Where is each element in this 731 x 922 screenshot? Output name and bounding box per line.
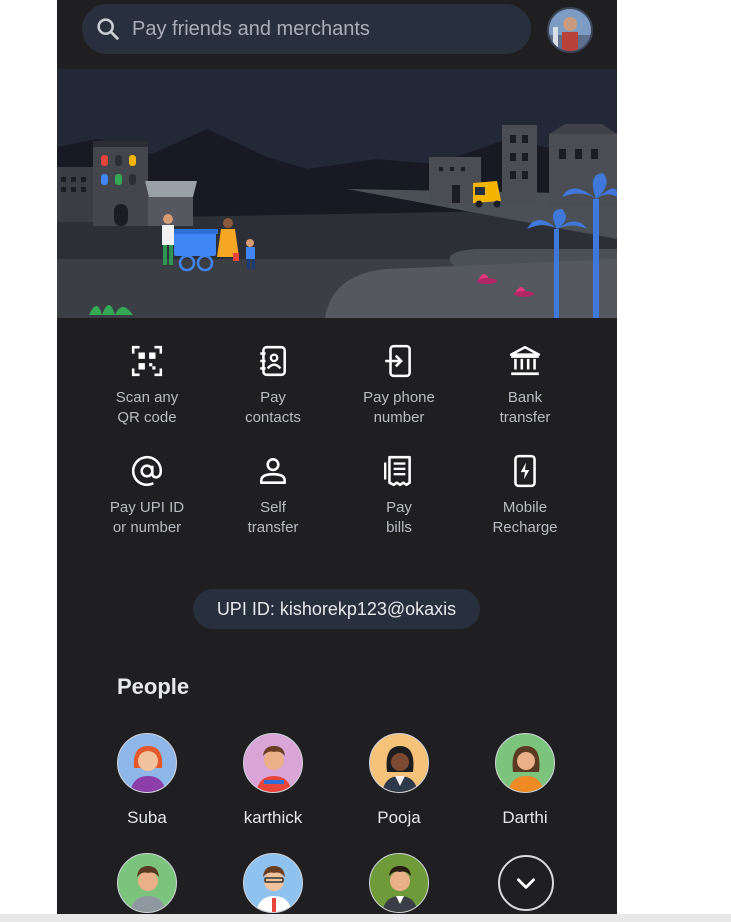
- contact-6[interactable]: [213, 853, 333, 922]
- action-label-line2: contacts: [245, 409, 301, 426]
- avatar: [495, 733, 555, 793]
- phone-transfer-icon: [385, 344, 411, 378]
- contact-pooja[interactable]: Pooja: [339, 733, 459, 828]
- action-label-line1: Self: [260, 499, 286, 516]
- scan-qr-action[interactable]: Scan any QR code: [84, 344, 210, 428]
- avatar: [117, 733, 177, 793]
- avatar: [117, 853, 177, 913]
- search-placeholder: Pay friends and merchants: [132, 17, 370, 40]
- show-more-button[interactable]: [498, 855, 554, 911]
- mobile-recharge-action[interactable]: Mobile Recharge: [462, 454, 588, 538]
- avatar: [243, 733, 303, 793]
- contact-7[interactable]: [339, 853, 459, 922]
- contact-karthick[interactable]: karthick: [213, 733, 333, 828]
- self-transfer-action[interactable]: Self transfer: [210, 454, 336, 538]
- contact-darthi[interactable]: Darthi: [465, 733, 585, 828]
- action-label-line2: Recharge: [492, 519, 558, 536]
- bank-transfer-action[interactable]: Bank transfer: [462, 344, 588, 428]
- action-label-line1: Pay: [260, 389, 286, 406]
- pay-contacts-action[interactable]: Pay contacts: [210, 344, 336, 428]
- action-label-line1: Pay phone: [363, 389, 435, 406]
- contacts-icon: [260, 345, 286, 377]
- bank-icon: [509, 345, 541, 376]
- action-label-line2: transfer: [499, 409, 551, 426]
- avatar: [549, 9, 591, 51]
- banner-illustration: [57, 69, 617, 318]
- profile-avatar[interactable]: [547, 7, 593, 53]
- action-label-line1: Mobile: [502, 499, 548, 516]
- top-bar: Pay friends and merchants: [57, 0, 617, 69]
- action-label-line1: Scan any: [115, 389, 179, 406]
- person-icon: [260, 458, 286, 484]
- bill-receipt-icon: [384, 455, 411, 487]
- action-label-line2: or number: [112, 519, 182, 536]
- contact-5[interactable]: [87, 853, 207, 922]
- action-label-line2: number: [373, 409, 425, 426]
- action-label-line1: Pay UPI ID: [109, 499, 185, 516]
- qr-scan-icon: [131, 345, 163, 377]
- action-label-line2: bills: [386, 519, 412, 536]
- contact-name: Suba: [127, 808, 167, 827]
- contact-name: Pooja: [377, 808, 421, 827]
- avatar: [243, 853, 303, 913]
- contact-suba[interactable]: Suba: [87, 733, 207, 828]
- action-label-line2: transfer: [247, 519, 299, 536]
- action-label-line1: Pay: [386, 499, 412, 516]
- action-label-line2: QR code: [117, 409, 177, 426]
- people-heading: People: [117, 674, 190, 699]
- action-label-line1: Bank: [507, 389, 543, 406]
- at-sign-icon: [131, 455, 163, 487]
- pay-upi-action[interactable]: Pay UPI ID or number: [84, 454, 210, 538]
- avatar: [369, 733, 429, 793]
- window-bottom-edge: [0, 914, 731, 922]
- pay-bills-action[interactable]: Pay bills: [336, 454, 462, 538]
- search-bar[interactable]: Pay friends and merchants: [82, 4, 531, 54]
- contact-name: karthick: [243, 808, 303, 827]
- contact-name: Darthi: [502, 808, 548, 827]
- pay-phone-action[interactable]: Pay phone number: [336, 344, 462, 428]
- chevron-down-icon: [517, 878, 535, 889]
- mobile-recharge-icon: [514, 454, 536, 488]
- upi-id-chip[interactable]: UPI ID: kishorekp123@okaxis: [193, 589, 480, 629]
- search-icon: [97, 18, 119, 40]
- avatar: [369, 853, 429, 913]
- app-screen: Pay friends and merchants Scan any QR co…: [57, 0, 617, 922]
